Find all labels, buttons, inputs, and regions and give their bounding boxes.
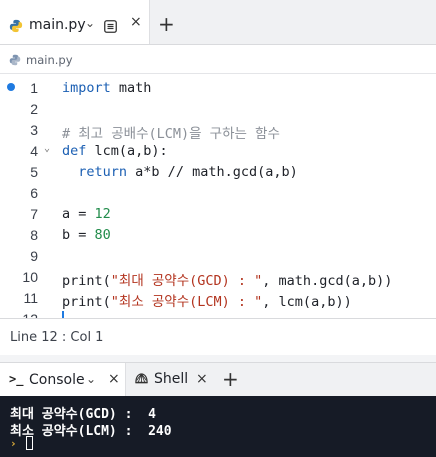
code-line[interactable]: 2 bbox=[0, 98, 436, 119]
line-number: 3 bbox=[30, 122, 38, 138]
code-token: 80 bbox=[94, 227, 111, 243]
code-text: a = 12 bbox=[62, 206, 111, 222]
line-number: 12 bbox=[16, 311, 38, 318]
code-token: a*b // math.gcd(a,b) bbox=[127, 164, 298, 180]
code-token: import bbox=[62, 80, 111, 96]
shell-icon[interactable] bbox=[134, 372, 149, 387]
tab-label: main.py bbox=[29, 17, 86, 33]
code-line[interactable]: 12 bbox=[0, 308, 436, 318]
line-number: 1 bbox=[30, 80, 38, 96]
code-editor[interactable]: 1 import math 2 3 # 최고 공배수(LCM)을 구하는 함수 4 ⌄ def… bbox=[0, 74, 436, 318]
editor-tab-bar: main.py ⌄ × + bbox=[0, 0, 436, 45]
line-number: 6 bbox=[30, 185, 38, 201]
code-text: b = 80 bbox=[62, 227, 111, 243]
code-line[interactable]: 3 # 최고 공배수(LCM)을 구하는 함수 bbox=[0, 119, 436, 142]
python-icon bbox=[9, 19, 23, 33]
code-text: print("최대 공약수(GCD) : ", math.gcd(a,b)) bbox=[62, 269, 392, 289]
code-text: # 최고 공배수(LCM)을 구하는 함수 bbox=[62, 122, 280, 142]
console-tab-bar: >_ Console ⌄ × Shell × + bbox=[0, 362, 436, 397]
terminal-icon: >_ bbox=[9, 372, 24, 386]
code-line[interactable]: 9 bbox=[0, 245, 436, 266]
line-number: 9 bbox=[30, 248, 38, 264]
line-number: 5 bbox=[30, 164, 38, 180]
console-output[interactable]: 최대 공약수(GCD) : 4 최소 공약수(LCM) : 240 › bbox=[0, 396, 436, 457]
fold-chevron-icon[interactable]: ⌄ bbox=[44, 143, 50, 154]
code-line[interactable]: 6 bbox=[0, 182, 436, 203]
prompt-arrow-icon: › bbox=[10, 437, 17, 450]
console-output-line: 최소 공약수(LCM) : 240 bbox=[10, 424, 172, 439]
close-shell-tab-button[interactable]: × bbox=[196, 371, 208, 387]
code-token: math bbox=[110, 80, 152, 96]
tab-main-py[interactable]: main.py ⌄ × bbox=[0, 0, 150, 44]
code-token: lcm(a,b): bbox=[86, 143, 168, 159]
line-number: 2 bbox=[30, 101, 38, 117]
code-line[interactable]: 1 import math bbox=[0, 77, 436, 98]
add-console-tab-button[interactable]: + bbox=[222, 367, 239, 391]
add-tab-button[interactable]: + bbox=[158, 12, 175, 36]
code-line[interactable]: 11 print("최소 공약수(LCM) : ", lcm(a,b)) bbox=[0, 287, 436, 310]
code-token: def bbox=[62, 143, 87, 159]
breakpoint-dot-icon[interactable] bbox=[7, 83, 15, 91]
breadcrumb[interactable]: main.py bbox=[26, 53, 73, 67]
file-path-bar: main.py bbox=[0, 45, 436, 74]
line-number: 10 bbox=[22, 269, 38, 285]
cursor-position: Line 12 : Col 1 bbox=[10, 330, 104, 345]
tab-console[interactable]: >_ Console ⌄ × bbox=[0, 363, 126, 397]
code-token: return bbox=[78, 164, 128, 180]
console-cursor bbox=[26, 436, 33, 450]
text-caret bbox=[62, 311, 64, 318]
close-console-tab-button[interactable]: × bbox=[108, 371, 120, 387]
code-token: b = bbox=[62, 227, 95, 243]
code-line[interactable]: 4 ⌄ def lcm(a,b): bbox=[0, 140, 436, 161]
close-tab-button[interactable]: × bbox=[130, 14, 142, 30]
python-file-icon bbox=[9, 54, 21, 66]
code-line[interactable]: 5 return a*b // math.gcd(a,b) bbox=[0, 161, 436, 182]
status-bar: Line 12 : Col 1 bbox=[0, 318, 436, 355]
code-line[interactable]: 7 a = 12 bbox=[0, 203, 436, 224]
code-line[interactable]: 8 b = 80 bbox=[0, 224, 436, 245]
code-text: import math bbox=[62, 80, 151, 96]
line-number: 7 bbox=[30, 206, 38, 222]
code-token: 12 bbox=[94, 206, 111, 222]
tab-console-label: Console bbox=[29, 372, 85, 388]
code-text: print("최소 공약수(LCM) : ", lcm(a,b)) bbox=[62, 290, 352, 310]
code-text: def lcm(a,b): bbox=[62, 143, 168, 159]
code-text: return a*b // math.gcd(a,b) bbox=[62, 164, 298, 180]
line-number: 8 bbox=[30, 227, 38, 243]
line-number: 11 bbox=[23, 290, 38, 306]
list-view-icon[interactable] bbox=[104, 20, 117, 33]
line-number: 4 bbox=[30, 143, 38, 159]
chevron-down-icon[interactable]: ⌄ bbox=[86, 372, 96, 386]
code-token: a = bbox=[62, 206, 95, 222]
chevron-down-icon[interactable]: ⌄ bbox=[85, 16, 95, 30]
tab-shell[interactable]: Shell bbox=[154, 371, 188, 387]
code-line[interactable]: 10 print("최대 공약수(GCD) : ", math.gcd(a,b)) bbox=[0, 266, 436, 289]
